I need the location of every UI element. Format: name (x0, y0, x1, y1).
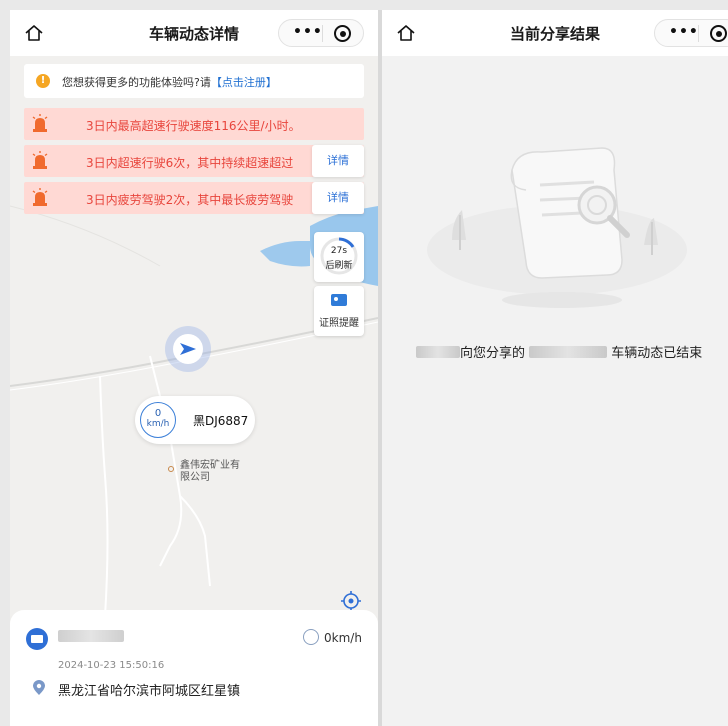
screenshot-stage: 车辆动态详情 ••• ! 您想获得更多的功能体验吗?请【点击注册】 3日内最高超… (0, 0, 728, 726)
nav-bar: 当前分享结果 ••• (382, 10, 728, 56)
license-reminder-button[interactable]: 证照提醒 (314, 286, 364, 336)
notice-text: 您想获得更多的功能体验吗?请【点击注册】 (62, 76, 277, 89)
share-ended-message: 向您分享的 车辆动态已结束 (416, 344, 706, 364)
target-icon[interactable] (334, 25, 351, 42)
message-part1: 向您分享的 (460, 346, 526, 361)
vehicle-address: 黑龙江省哈尔滨市阿城区红星镇 (58, 684, 241, 699)
alert-text: 3日内疲劳驾驶2次，其中最长疲劳驾驶 (86, 193, 294, 207)
alert-text: 3日内最高超速行驶速度116公里/小时。 (86, 119, 301, 133)
speed-unit: km/h (146, 419, 170, 429)
license-reminder-label: 证照提醒 (319, 318, 359, 329)
nav-bar: 车辆动态详情 ••• (10, 10, 378, 56)
owner-name-redacted (58, 630, 124, 642)
current-speed: 0km/h (324, 631, 362, 645)
alert-overspeed: 3日内超速行驶6次，其中持续超速超过 详情 (24, 145, 364, 177)
mini-program-capsule: ••• (278, 19, 364, 47)
siren-icon (32, 188, 48, 206)
poi-dot-icon (168, 466, 174, 472)
vehicle-detail-screen: 车辆动态详情 ••• ! 您想获得更多的功能体验吗?请【点击注册】 3日内最高超… (10, 10, 378, 726)
mini-program-capsule: ••• (654, 19, 728, 47)
alert-detail-button[interactable]: 详情 (312, 145, 364, 177)
register-link[interactable]: 【点击注册】 (211, 76, 277, 89)
refresh-seconds: 27s (330, 246, 348, 256)
capsule-divider (698, 25, 699, 42)
vehicle-info-card: 0km/h 2024-10-23 15:50:16 黑龙江省哈尔滨市阿城区红星镇 (10, 610, 378, 726)
register-notice: ! 您想获得更多的功能体验吗?请【点击注册】 (24, 64, 364, 98)
refresh-label: 后刷新 (325, 261, 353, 271)
target-icon[interactable] (710, 25, 727, 42)
siren-icon (32, 151, 48, 169)
speed-badge: 0 km/h (140, 402, 176, 438)
plate-redacted (529, 346, 608, 358)
sharer-name-redacted (416, 346, 460, 358)
alert-max-speed: 3日内最高超速行驶速度116公里/小时。 (24, 108, 364, 140)
document-search-illustration (427, 147, 687, 308)
map-view[interactable]: ! 您想获得更多的功能体验吗?请【点击注册】 3日内最高超速行驶速度116公里/… (10, 56, 378, 616)
share-result-screen: 当前分享结果 ••• 向您分享的 车辆动态已结束 (382, 10, 728, 726)
message-part2: 车辆动态已结束 (611, 346, 703, 361)
locate-icon[interactable] (340, 590, 362, 612)
speed-value: 0 (154, 408, 162, 419)
capsule-divider (322, 25, 323, 42)
update-timestamp: 2024-10-23 15:50:16 (58, 660, 165, 671)
truck-icon (26, 628, 48, 650)
refresh-countdown[interactable]: 27s 后刷新 (314, 232, 364, 282)
vehicle-marker[interactable] (165, 326, 211, 372)
siren-icon (32, 114, 48, 132)
poi-name: 鑫伟宏矿业有限公司 (180, 460, 240, 483)
location-pin-icon (33, 680, 45, 695)
more-dots-icon[interactable]: ••• (669, 24, 699, 40)
vehicle-label-bubble[interactable]: 0 km/h 黑DJ6887 (135, 396, 255, 444)
more-dots-icon[interactable]: ••• (293, 24, 323, 40)
warning-icon: ! (36, 74, 50, 88)
alert-fatigue: 3日内疲劳驾驶2次，其中最长疲劳驾驶 详情 (24, 182, 364, 214)
speedometer-icon (303, 629, 319, 645)
alert-text: 3日内超速行驶6次，其中持续超速超过 (86, 156, 294, 170)
alert-detail-button[interactable]: 详情 (312, 182, 364, 214)
navigation-arrow-icon (180, 343, 196, 355)
plate-number: 黑DJ6887 (193, 414, 249, 428)
license-card-icon (331, 294, 347, 306)
